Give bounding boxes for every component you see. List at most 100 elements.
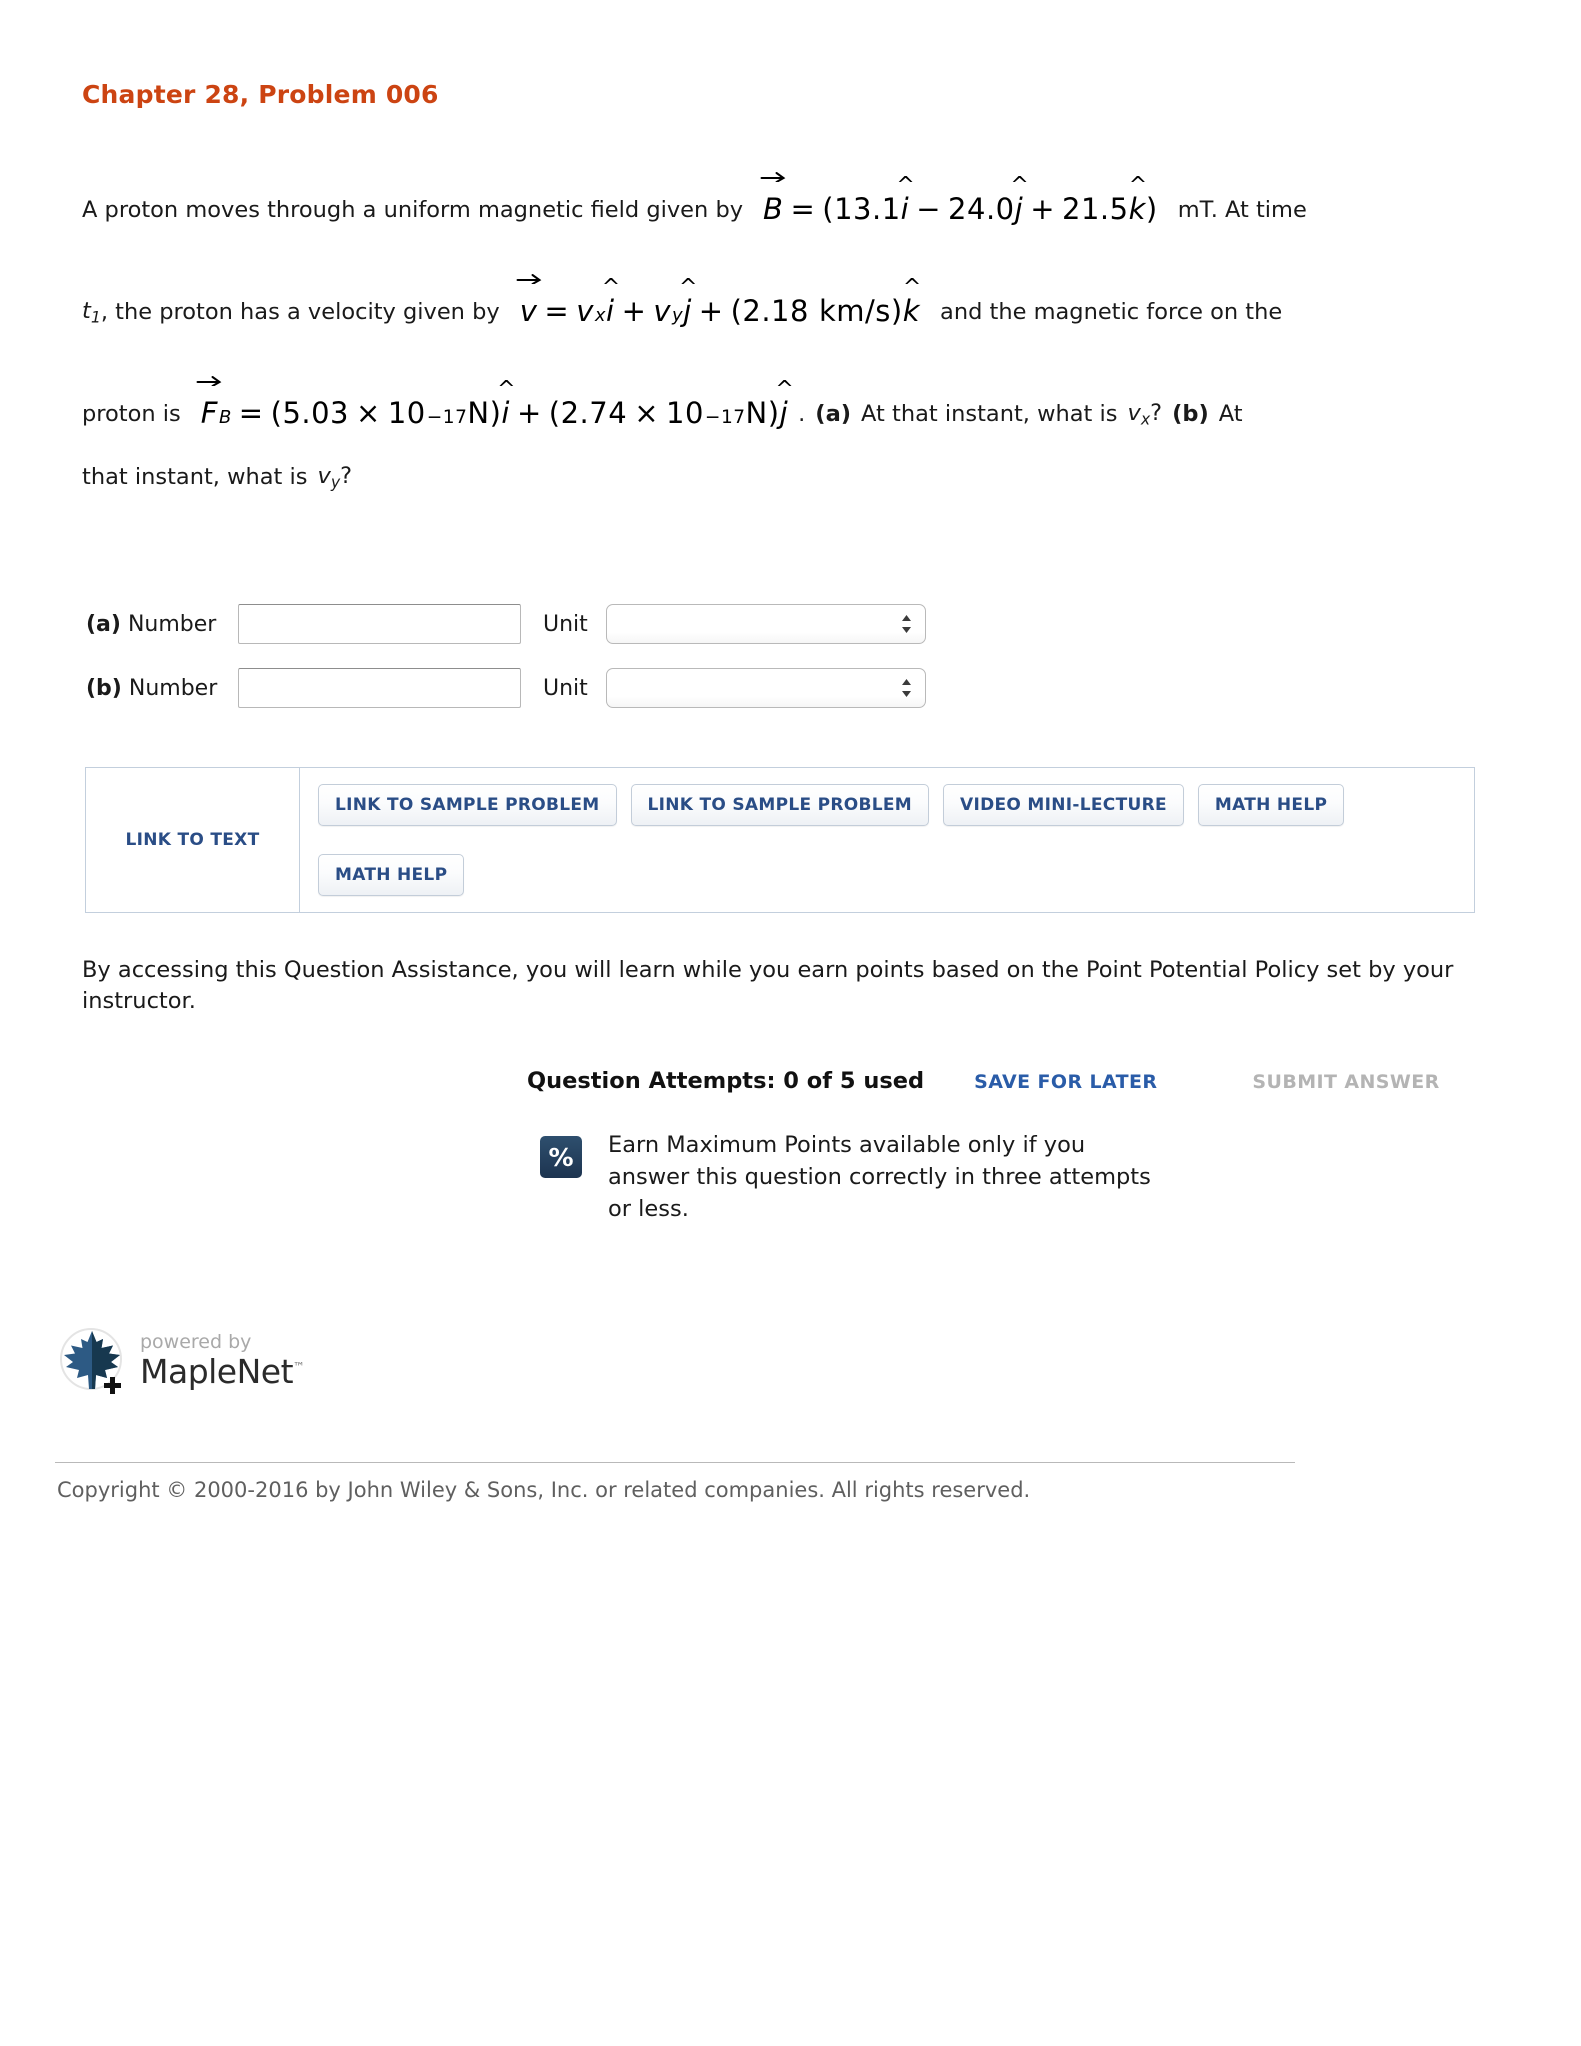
vector-arrow-icon bbox=[516, 272, 542, 285]
paren-open-F1: ( bbox=[270, 396, 283, 431]
F-base-2: 10 bbox=[666, 396, 704, 431]
attempts-row: Question Attempts: 0 of 5 used SAVE FOR … bbox=[527, 1068, 1440, 1094]
hat-accent-icon: ^ bbox=[902, 275, 922, 301]
time-variable-t: t1 bbox=[82, 298, 101, 327]
statement-text-force-on-the: and the magnetic force on the bbox=[940, 298, 1283, 325]
math-help-button-1[interactable]: MATH HELP bbox=[1197, 784, 1345, 826]
assistance-buttons: LINK TO SAMPLE PROBLEM LINK TO SAMPLE PR… bbox=[300, 768, 1474, 912]
hat-accent-icon: ^ bbox=[601, 275, 621, 301]
answer-b-number-word: Number bbox=[128, 675, 218, 701]
max-points-note: % Earn Maximum Points available only if … bbox=[540, 1130, 1168, 1226]
math-help-button-2[interactable]: MATH HELP bbox=[318, 854, 465, 896]
F-exponent-2: −17 bbox=[704, 407, 746, 429]
B-letter: B bbox=[763, 192, 784, 227]
video-mini-lecture-button[interactable]: VIDEO MINI-LECTURE bbox=[943, 784, 1184, 826]
powered-by-label: powered by bbox=[140, 1330, 252, 1353]
link-to-sample-problem-button-1[interactable]: LINK TO SAMPLE PROBLEM bbox=[318, 784, 617, 826]
maplenet-name: MapleNet™ bbox=[140, 1351, 305, 1391]
F-unit-1: N bbox=[467, 396, 490, 431]
v-letter: v bbox=[519, 294, 538, 329]
link-to-text-label: LINK TO TEXT bbox=[125, 830, 260, 850]
hat-accent-icon: ^ bbox=[497, 377, 517, 403]
copyright-text: Copyright © 2000-2016 by John Wiley & So… bbox=[57, 1478, 1031, 1502]
paren-close-B: ) bbox=[1145, 192, 1158, 227]
problem-page: Chapter 28, Problem 006 A proton moves t… bbox=[0, 0, 1581, 2046]
answer-row-b: (b) Number Unit bbox=[86, 664, 986, 712]
question-a-variable: vx? bbox=[1127, 400, 1163, 429]
equation-velocity: v = vx ^ i + vy ^ j + ( 2.18 km/s ) ^ k bbox=[516, 274, 922, 331]
statement-text-proton-is: proton is bbox=[82, 400, 181, 427]
j-hat-B: ^ j bbox=[1010, 173, 1030, 227]
paren-close-v: ) bbox=[890, 294, 903, 329]
v-z-value: 2.18 bbox=[742, 294, 809, 329]
question-a-text: At that instant, what is bbox=[861, 400, 1118, 427]
vector-arrow-icon bbox=[760, 170, 787, 183]
i-hat-B: ^ i bbox=[896, 173, 916, 227]
statement-text-mT-at-time: mT. At time bbox=[1177, 196, 1307, 223]
vy-letter: v bbox=[653, 294, 672, 329]
footer-divider bbox=[55, 1462, 1295, 1463]
statement-line-2: t1 , the proton has a velocity given by … bbox=[82, 274, 1482, 347]
answer-b-unit-select[interactable] bbox=[605, 668, 926, 708]
question-b-label: (b) bbox=[1172, 400, 1209, 427]
hat-accent-icon: ^ bbox=[775, 377, 795, 403]
answer-a-number-word: Number bbox=[127, 611, 217, 637]
answer-a-number-input[interactable] bbox=[238, 604, 521, 644]
chevron-updown-icon bbox=[900, 676, 913, 700]
vector-arrow-icon bbox=[196, 374, 223, 387]
equals-sign-v: = bbox=[544, 294, 570, 329]
statement-text-intro: A proton moves through a uniform magneti… bbox=[82, 196, 744, 223]
percent-icon: % bbox=[540, 1136, 582, 1178]
save-for-later-button[interactable]: SAVE FOR LATER bbox=[974, 1071, 1157, 1093]
statement-period: . bbox=[798, 400, 806, 427]
F-subscript-B: B bbox=[218, 407, 232, 429]
maplenet-logo: powered by MapleNet™ bbox=[58, 1325, 305, 1395]
F-exponent-1: −17 bbox=[426, 407, 468, 429]
link-to-text-cell[interactable]: LINK TO TEXT bbox=[86, 768, 300, 912]
submit-answer-button[interactable]: SUBMIT ANSWER bbox=[1252, 1071, 1439, 1093]
answer-a-unit-select[interactable] bbox=[605, 604, 926, 644]
i-hat-v: ^ i bbox=[601, 275, 621, 329]
B-term2-number: 24.0 bbox=[948, 192, 1015, 227]
equation-magnetic-field: B = ( 13.1 ^ i − 24.0 ^ j + 21.5 ^ k ) bbox=[760, 172, 1158, 229]
maple-leaf-icon bbox=[58, 1325, 128, 1395]
v-z-units: km/s bbox=[818, 294, 891, 329]
F-unit-2: N bbox=[745, 396, 768, 431]
question-assistance-box: LINK TO TEXT LINK TO SAMPLE PROBLEM LINK… bbox=[85, 767, 1475, 913]
answer-b-prefix: (b) bbox=[86, 675, 122, 701]
hat-accent-icon: ^ bbox=[678, 275, 698, 301]
k-hat-v: ^ k bbox=[902, 275, 922, 329]
statement-text-velocity-given: , the proton has a velocity given by bbox=[100, 298, 500, 325]
chevron-updown-icon bbox=[900, 612, 913, 636]
equals-sign-B: = bbox=[790, 192, 816, 227]
j-hat-v: ^ j bbox=[678, 275, 698, 329]
F-base-1: 10 bbox=[387, 396, 426, 431]
j-hat-F: ^ j bbox=[775, 377, 795, 431]
answer-row-a: (a) Number Unit bbox=[86, 600, 986, 648]
paren-open-B: ( bbox=[822, 192, 835, 227]
link-to-sample-problem-button-2[interactable]: LINK TO SAMPLE PROBLEM bbox=[630, 784, 930, 826]
F-coef-2: 2.74 bbox=[560, 396, 628, 431]
vector-B-symbol: B bbox=[760, 172, 786, 229]
paren-open-v: ( bbox=[730, 294, 743, 329]
vy-subscript: y bbox=[672, 305, 684, 327]
answer-b-number-input[interactable] bbox=[238, 668, 521, 708]
answer-b-unit-label: Unit bbox=[543, 675, 588, 701]
times-sign-1: × bbox=[356, 396, 381, 431]
vx-subscript: x bbox=[594, 305, 606, 327]
k-hat-B: ^ k bbox=[1128, 173, 1148, 227]
answer-a-label: (a) Number bbox=[86, 612, 238, 637]
statement-line-4: that instant, what is vy? bbox=[82, 459, 1482, 495]
question-b-text-start: At bbox=[1218, 400, 1243, 427]
hat-accent-icon: ^ bbox=[896, 173, 916, 199]
statement-line-1: A proton moves through a uniform magneti… bbox=[82, 172, 1482, 245]
trademark-symbol: ™ bbox=[293, 1359, 305, 1374]
i-hat-F: ^ i bbox=[497, 377, 517, 431]
vector-F-symbol: F bbox=[196, 376, 222, 433]
equals-sign-F: = bbox=[238, 396, 264, 431]
hat-accent-icon: ^ bbox=[1128, 173, 1148, 199]
vx-letter: v bbox=[576, 294, 594, 329]
times-sign-2: × bbox=[634, 396, 659, 431]
B-term1-number: 13.1 bbox=[834, 192, 901, 227]
time-subscript: 1 bbox=[90, 307, 101, 327]
